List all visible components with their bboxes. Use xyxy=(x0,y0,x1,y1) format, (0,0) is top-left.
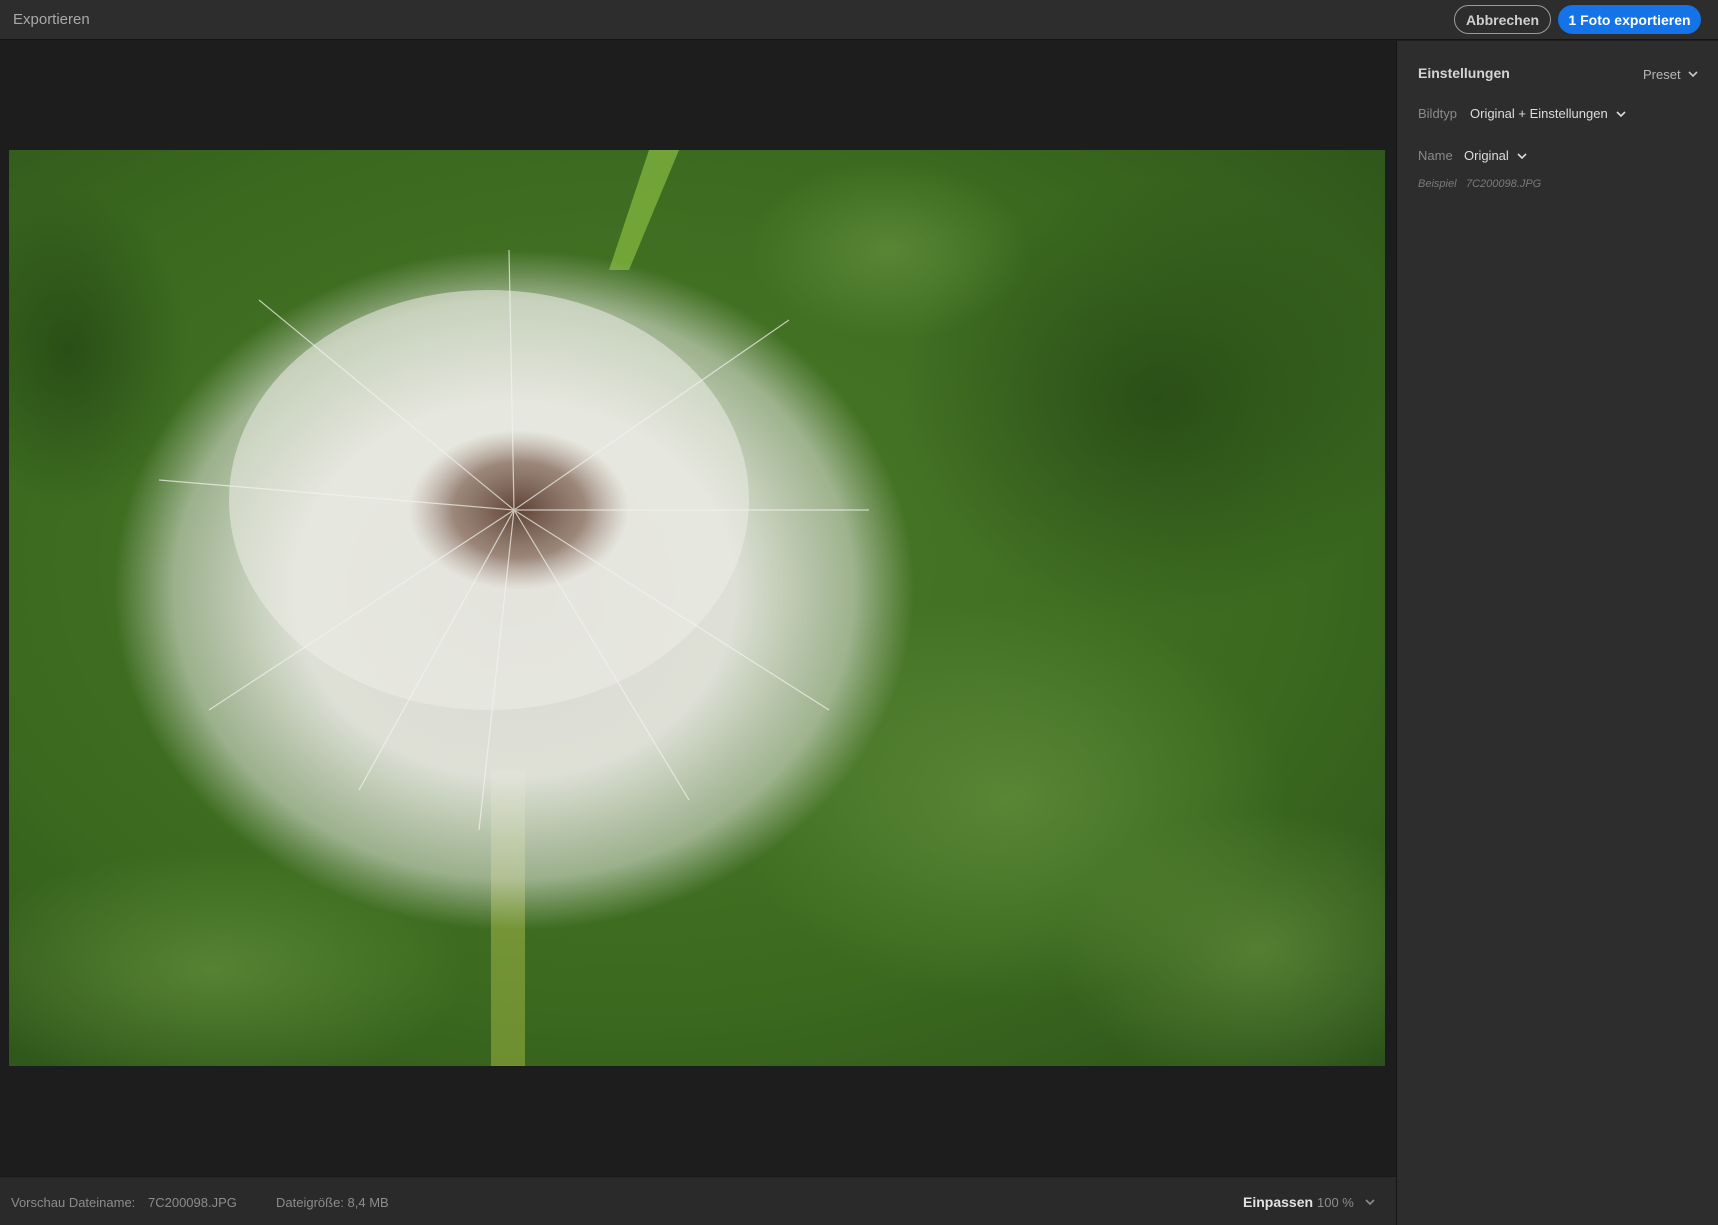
name-label: Name xyxy=(1418,148,1453,163)
name-dropdown[interactable]: Original xyxy=(1464,148,1528,163)
settings-panel: Einstellungen Preset Bildtyp Original + … xyxy=(1396,41,1718,1225)
preview-filename-label: Vorschau Dateiname: xyxy=(11,1195,136,1210)
zoom-value[interactable]: 100 % xyxy=(1317,1195,1354,1210)
export-button[interactable]: 1 Foto exportieren xyxy=(1558,5,1701,34)
chevron-down-icon xyxy=(1517,152,1527,159)
fit-button[interactable]: Einpassen xyxy=(1243,1194,1313,1210)
preview-filename-value: 7C200098.JPG xyxy=(148,1195,237,1210)
preset-dropdown[interactable]: Preset xyxy=(1643,65,1699,83)
chevron-down-icon[interactable] xyxy=(1364,1196,1376,1208)
cancel-button[interactable]: Abbrechen xyxy=(1454,5,1551,34)
image-type-value: Original + Einstellungen xyxy=(1470,106,1608,121)
photo-preview xyxy=(9,150,1385,1066)
title-bar: Exportieren Abbrechen 1 Foto exportieren xyxy=(0,0,1718,40)
image-type-label: Bildtyp xyxy=(1418,106,1458,121)
preview-area xyxy=(0,41,1396,1176)
image-type-dropdown[interactable]: Original + Einstellungen xyxy=(1470,106,1627,121)
filesize-label: Dateigröße: 8,4 MB xyxy=(276,1195,389,1210)
preset-label: Preset xyxy=(1643,66,1681,82)
preview-footer: Vorschau Dateiname: 7C200098.JPG Dateigr… xyxy=(0,1176,1396,1225)
example-value: 7C200098.JPG xyxy=(1466,178,1542,190)
name-value: Original xyxy=(1464,148,1509,163)
export-dialog: Exportieren Abbrechen 1 Foto exportieren xyxy=(0,0,1718,1225)
example-label: Beispiel xyxy=(1418,178,1457,190)
chevron-down-icon xyxy=(1616,110,1626,117)
chevron-down-icon xyxy=(1688,71,1698,78)
dialog-title: Exportieren xyxy=(13,11,90,28)
settings-title: Einstellungen xyxy=(1418,65,1510,81)
